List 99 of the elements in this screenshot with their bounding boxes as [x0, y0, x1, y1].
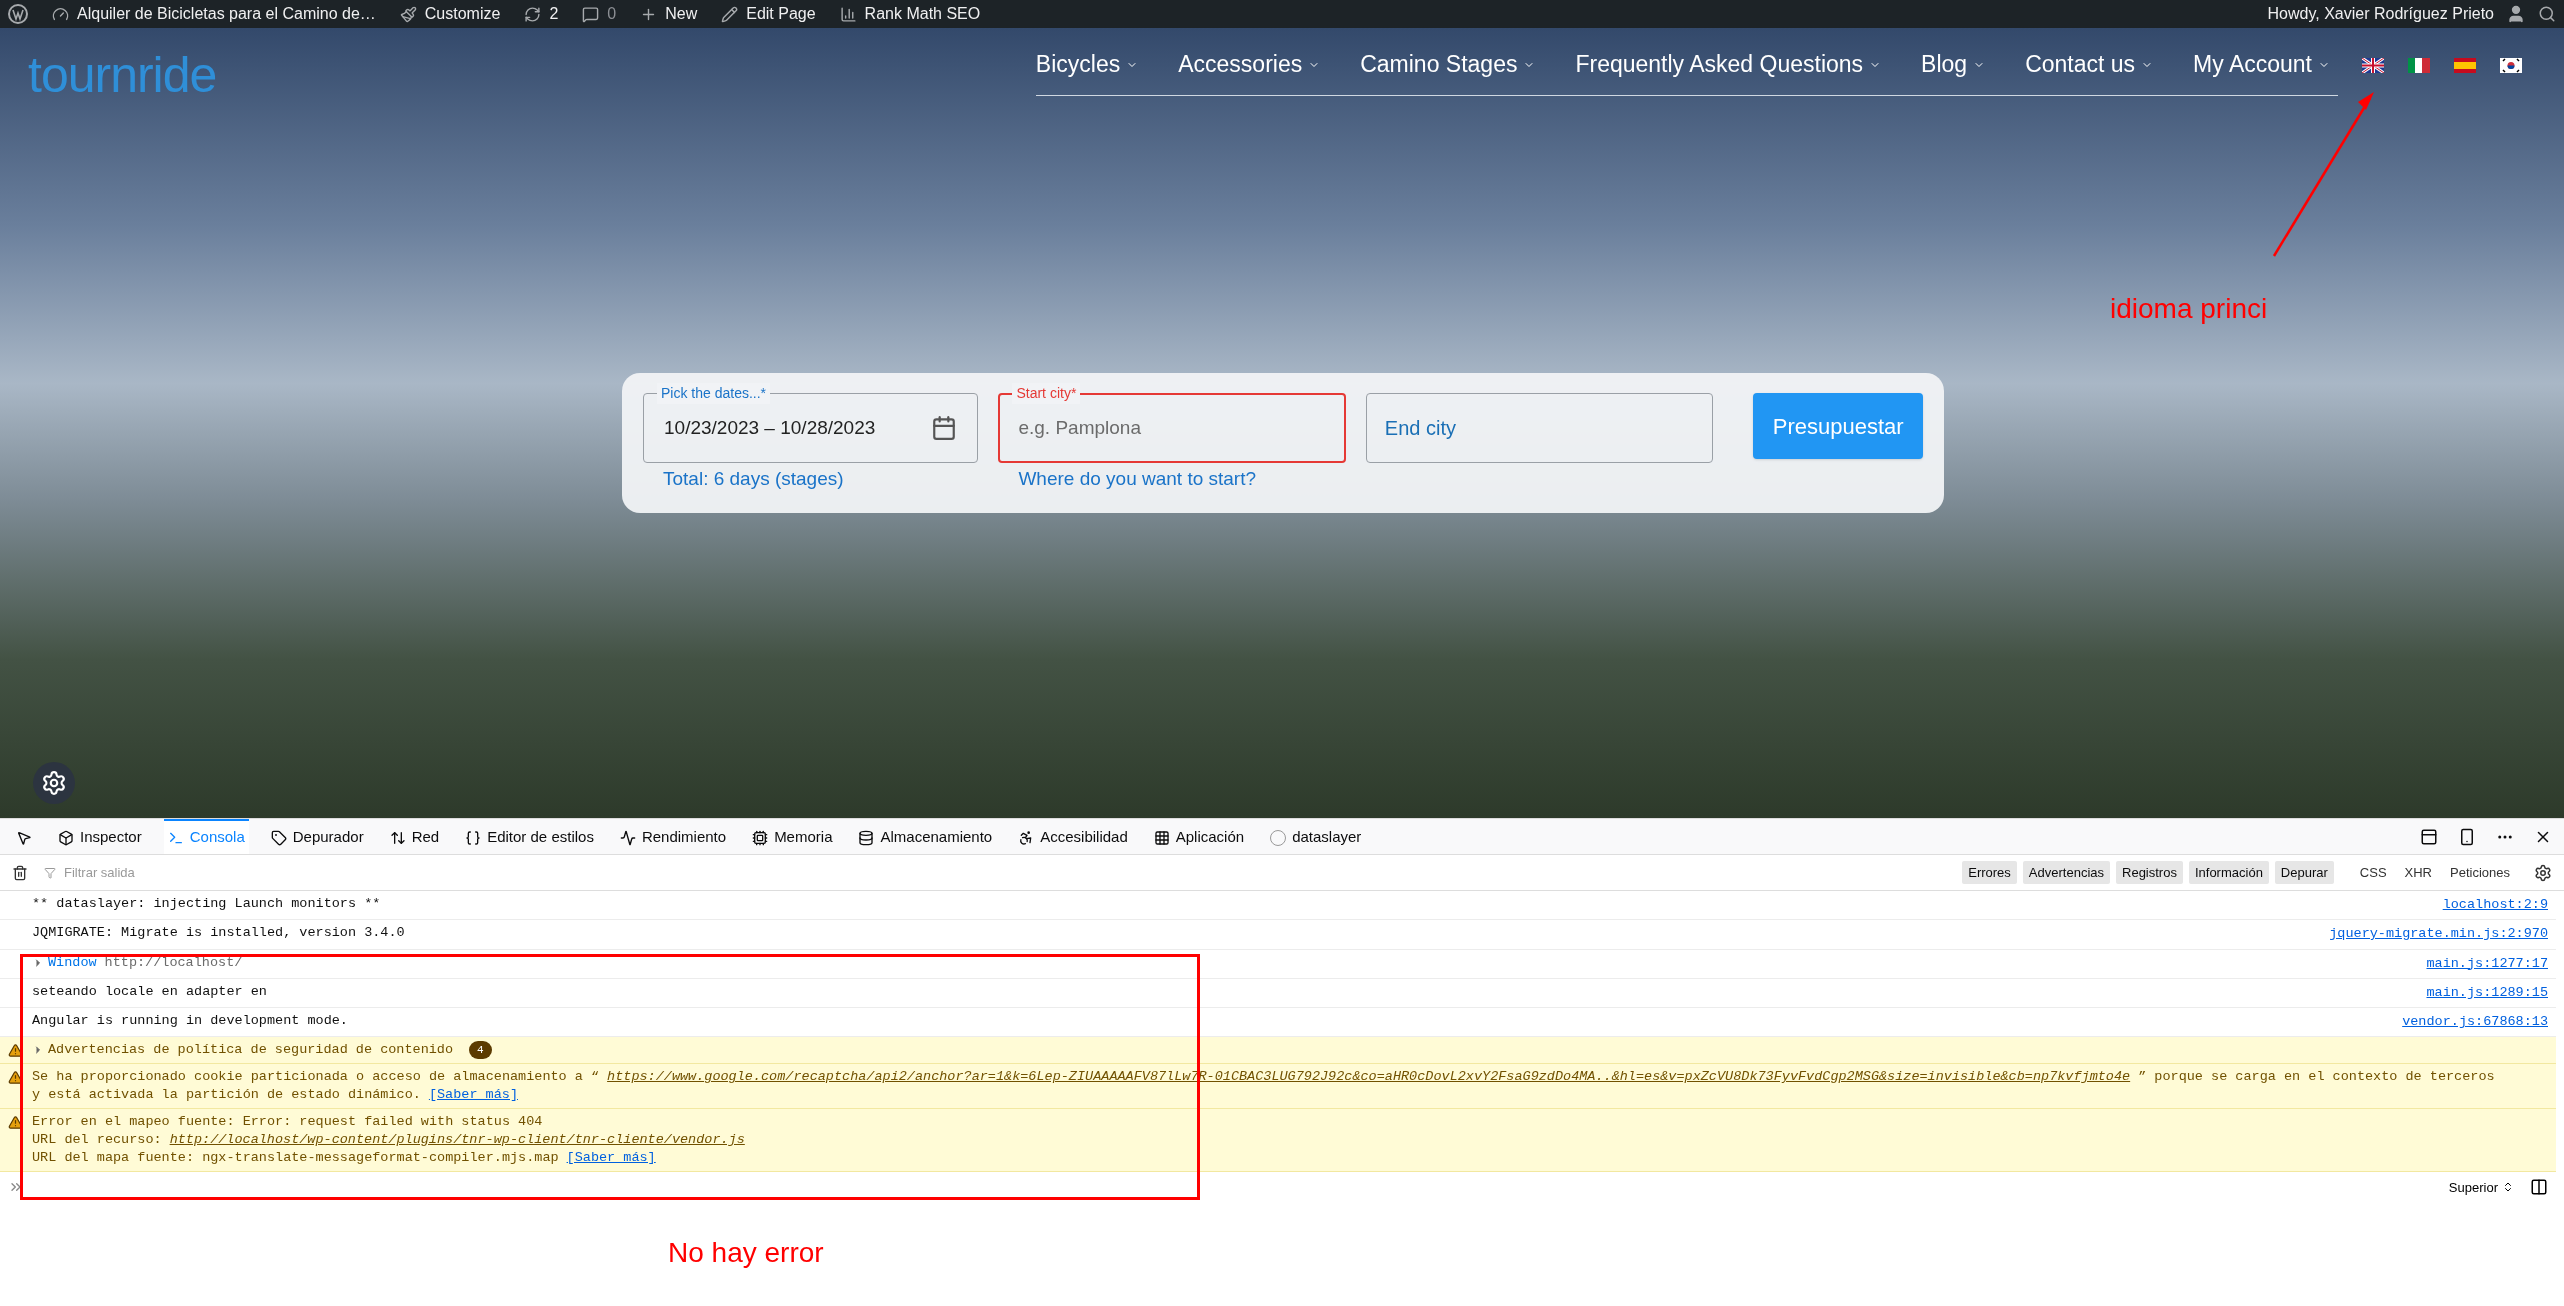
- updates-icon: [524, 5, 542, 23]
- admin-bar-item[interactable]: 2: [524, 2, 559, 26]
- greeting-text[interactable]: Howdy, Xavier Rodríguez Prieto: [2267, 2, 2494, 26]
- console-text: Error en el mapeo fuente: Error: request failed with status 404: [32, 1113, 543, 1132]
- storage-icon: [858, 829, 875, 846]
- edit-icon: [721, 5, 739, 23]
- log-level-toggle[interactable]: CSS: [2353, 860, 2393, 885]
- context-selector[interactable]: Superior: [2448, 1177, 2514, 1197]
- network-icon: [389, 829, 406, 846]
- resource-link[interactable]: http://localhost/wp-content/plugins/tnr-wp-client/tnr-cliente/vendor.js: [169, 1131, 745, 1150]
- log-level-toggle[interactable]: Depurar: [2274, 860, 2334, 885]
- warning-icon: [8, 1115, 23, 1131]
- admin-bar-item[interactable]: Rank Math SEO: [839, 2, 981, 26]
- inspector-icon: [58, 829, 74, 846]
- search-icon[interactable]: [2538, 5, 2556, 23]
- learn-more-link[interactable]: [Saber más]: [428, 1086, 518, 1105]
- devtools-tab[interactable]: Red: [385, 819, 444, 854]
- nav-link[interactable]: My Account: [2193, 47, 2330, 82]
- devtools-tab[interactable]: Inspector: [54, 819, 146, 854]
- console-text: Se ha proporcionado cookie particionada o acceso de almacenamiento a “: [32, 1068, 600, 1087]
- spain-flag-icon[interactable]: [2454, 57, 2476, 73]
- uk-flag-icon[interactable]: [2362, 57, 2384, 73]
- debugger-icon: [270, 829, 287, 846]
- settings-icon[interactable]: [2534, 863, 2552, 882]
- settings-button[interactable]: [33, 762, 75, 804]
- picker-icon: [16, 829, 32, 846]
- annotation-text: idioma princi: [2110, 292, 2268, 326]
- wordpress-logo-icon[interactable]: [8, 4, 28, 24]
- console-text: URL del recurso:: [32, 1131, 162, 1150]
- source-link[interactable]: jquery-migrate.min.js:2:970: [2329, 924, 2548, 945]
- performance-icon: [619, 829, 636, 846]
- devtools-tab[interactable]: Rendimiento: [615, 819, 731, 854]
- devtools-tab[interactable]: Memoria: [748, 819, 837, 854]
- count-badge: 4: [469, 1041, 492, 1060]
- style-icon: [465, 829, 482, 846]
- admin-bar-item[interactable]: Alquiler de Bicicletas para el Camino de…: [52, 2, 376, 26]
- devtools-tab[interactable]: dataslayer: [1266, 819, 1366, 854]
- nav-link[interactable]: Bicycles: [1035, 47, 1139, 82]
- annotation-text: No hay error: [668, 1236, 824, 1270]
- source-link[interactable]: main.js:1289:15: [2426, 982, 2548, 1003]
- devtools-tab[interactable]: Almacenamiento: [854, 819, 997, 854]
- customize-icon: [399, 5, 417, 23]
- editor-mode-icon[interactable]: [2530, 1178, 2548, 1197]
- log-level-toggle[interactable]: Errores: [1962, 860, 2017, 885]
- nav-link[interactable]: Frequently Asked Questions: [1575, 47, 1882, 82]
- settings-icon: [41, 770, 67, 796]
- field-hint: Where do you want to start?: [1018, 467, 1258, 491]
- console-text: http://localhost/: [104, 953, 243, 972]
- warning-icon: [8, 1043, 23, 1059]
- nav-link[interactable]: Camino Stages: [1360, 47, 1536, 82]
- log-level-toggle[interactable]: Registros: [2116, 860, 2183, 885]
- devtools-tab[interactable]: Aplicación: [1149, 819, 1249, 854]
- learn-more-link[interactable]: [Saber más]: [566, 1149, 656, 1168]
- console-text: JQMIGRATE: Migrate is installed, version 3.4.0: [32, 924, 405, 943]
- admin-bar-item[interactable]: Edit Page: [721, 2, 816, 26]
- console-text: seteando locale en adapter en: [32, 982, 267, 1001]
- source-link[interactable]: vendor.js:67868:13: [2402, 1012, 2548, 1033]
- italy-flag-icon[interactable]: [2408, 57, 2430, 73]
- admin-bar-item[interactable]: Customize: [399, 2, 501, 26]
- devtools-tab[interactable]: Depurador: [266, 819, 368, 854]
- log-level-toggle[interactable]: Peticiones: [2444, 860, 2516, 885]
- filter-icon: [44, 866, 56, 879]
- console-text: Advertencias de política de seguridad de contenido: [48, 1041, 454, 1060]
- devtools-tab[interactable]: Consola: [163, 819, 249, 854]
- end-city-field[interactable]: End city: [1365, 393, 1714, 463]
- responsive-icon[interactable]: [2458, 827, 2476, 846]
- console-text: URL del mapa fuente: ngx-translate-messageformat-compiler.mjs.map: [32, 1149, 559, 1168]
- nav-link[interactable]: Blog: [1921, 47, 1986, 82]
- field-hint: Total: 6 days (stages): [663, 467, 845, 491]
- extension-icon: [1270, 829, 1287, 846]
- clear-icon[interactable]: [12, 864, 28, 881]
- devtools-tab[interactable]: Editor de estilos: [461, 819, 598, 854]
- source-link[interactable]: localhost:2:9: [2442, 895, 2548, 916]
- warning-icon: [8, 1070, 23, 1086]
- filter-field[interactable]: Filtrar salida: [64, 862, 464, 883]
- nav-link[interactable]: Contact us: [2025, 47, 2154, 82]
- application-icon: [1153, 829, 1170, 846]
- dock-icon[interactable]: [2420, 827, 2438, 846]
- log-level-toggle[interactable]: Información: [2188, 860, 2269, 885]
- admin-bar-item[interactable]: 0: [582, 2, 617, 26]
- console-text: ” porque se carga en el contexto de terceros: [2138, 1068, 2495, 1087]
- memory-icon: [752, 829, 769, 846]
- object-label: Window: [48, 953, 97, 972]
- console-input[interactable]: Superior: [0, 1172, 2556, 1203]
- comments-icon: [582, 5, 600, 23]
- admin-bar-item[interactable]: New: [640, 2, 698, 26]
- user-avatar-icon[interactable]: [2506, 4, 2526, 24]
- nav-link[interactable]: Accessories: [1178, 47, 1321, 82]
- korea-flag-icon[interactable]: [2500, 57, 2522, 73]
- console-text: y está activada la partición de estado dinámico.: [32, 1086, 421, 1105]
- up-down-arrows-icon: [2502, 1181, 2514, 1194]
- source-link[interactable]: main.js:1277:17: [2426, 953, 2548, 974]
- calendar-icon[interactable]: [931, 415, 958, 441]
- devtools-tab[interactable]: Accesibilidad: [1014, 819, 1132, 854]
- log-level-toggle[interactable]: XHR: [2398, 860, 2438, 885]
- console-text: ** dataslayer: injecting Launch monitors **: [32, 895, 381, 913]
- log-level-toggle[interactable]: Advertencias: [2022, 860, 2110, 885]
- field-value: 10/23/2023 – 10/28/2023: [664, 415, 876, 440]
- console-text: Angular is running in development mode.: [32, 1012, 348, 1030]
